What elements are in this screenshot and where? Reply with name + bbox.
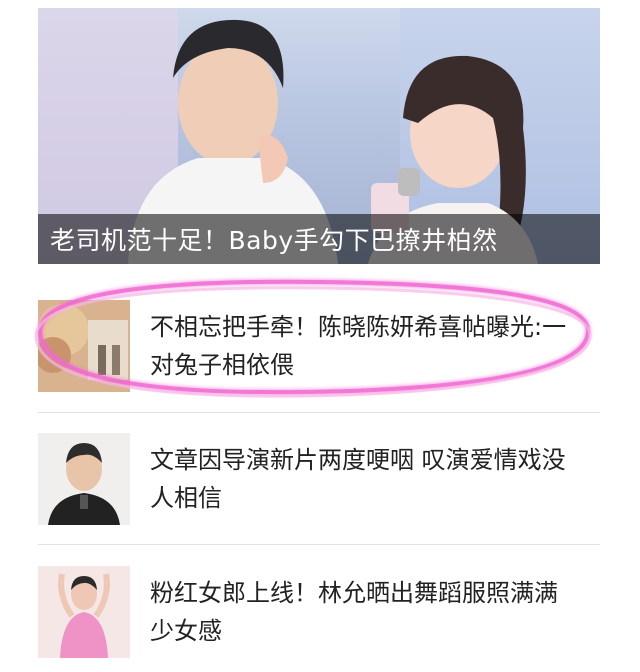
article-title: 粉红女郎上线！林允晒出舞蹈服照满满少女感	[150, 579, 558, 645]
hero-microphone	[398, 168, 420, 196]
hero-caption: 老司机范十足！Baby手勾下巴撩井柏然	[50, 226, 498, 255]
hero-news-card[interactable]: 老司机范十足！Baby手勾下巴撩井柏然	[38, 8, 600, 264]
article-title: 文章因导演新片两度哽咽 叹演爱情戏没人相信	[150, 446, 566, 512]
article-thumbnail	[38, 566, 130, 658]
list-item[interactable]: 粉红女郎上线！林允晒出舞蹈服照满满少女感	[38, 566, 600, 658]
article-thumbnail	[38, 300, 130, 392]
divider	[38, 544, 600, 545]
news-feed: 老司机范十足！Baby手勾下巴撩井柏然 不相忘把手牵！陈晓陈妍希喜帖曝光:一对兔…	[22, 0, 616, 672]
hero-caption-bar: 老司机范十足！Baby手勾下巴撩井柏然	[38, 214, 600, 264]
list-item[interactable]: 文章因导演新片两度哽咽 叹演爱情戏没人相信	[38, 433, 600, 525]
list-item[interactable]: 不相忘把手牵！陈晓陈妍希喜帖曝光:一对兔子相依偎	[38, 300, 600, 392]
article-title: 不相忘把手牵！陈晓陈妍希喜帖曝光:一对兔子相依偎	[150, 313, 567, 379]
divider	[38, 412, 600, 413]
article-thumbnail	[38, 433, 130, 525]
